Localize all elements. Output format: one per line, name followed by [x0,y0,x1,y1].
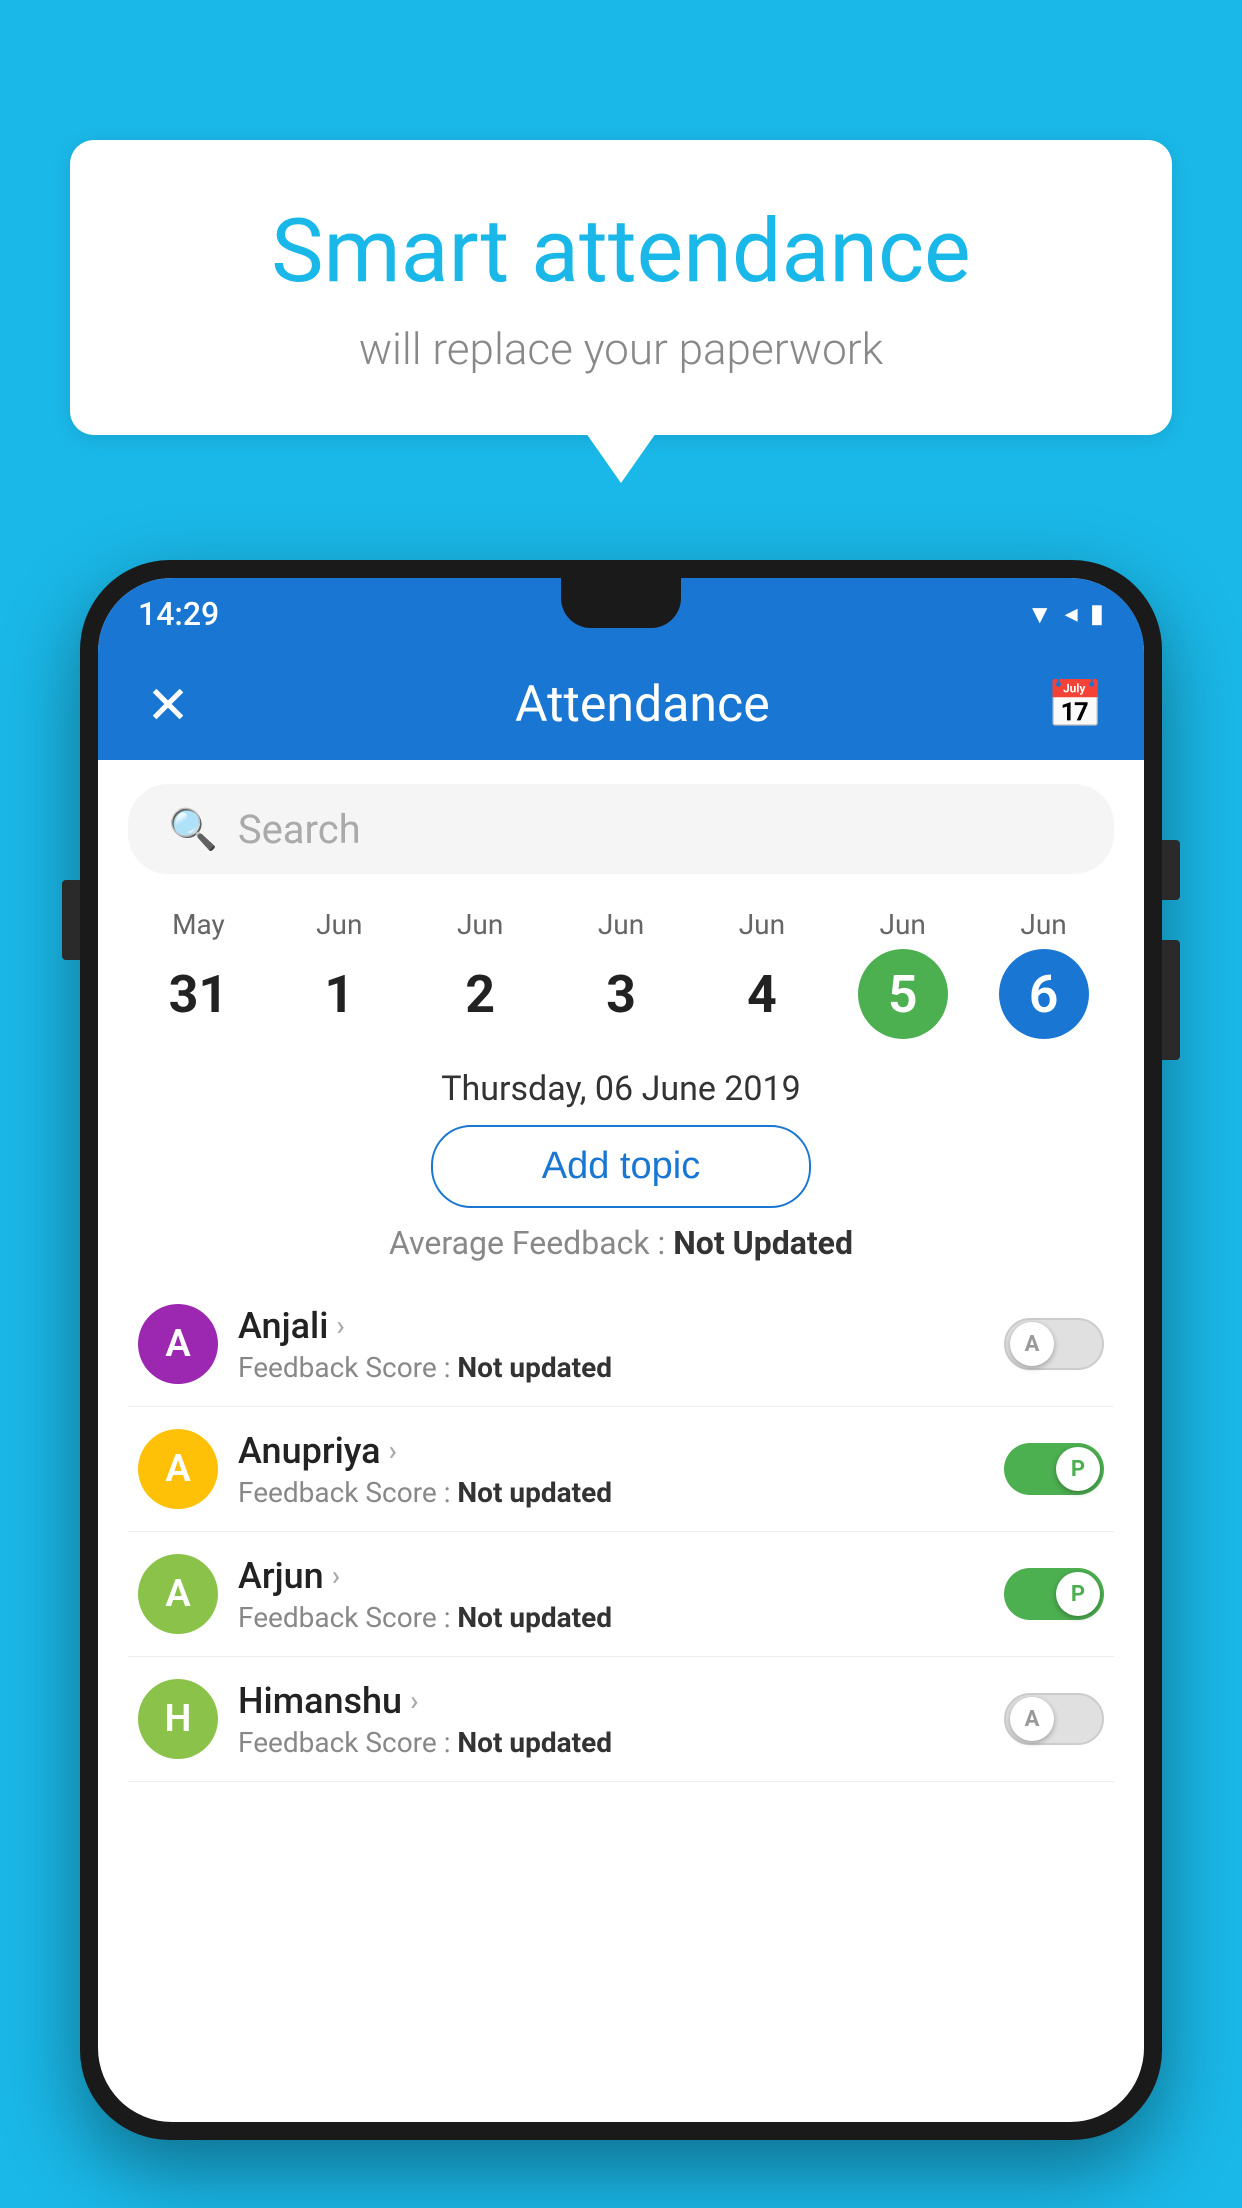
bubble-subtitle: will replace your paperwork [150,323,1092,375]
search-icon: 🔍 [168,806,218,853]
cal-month-1: Jun [269,908,410,941]
cal-day-3[interactable]: Jun 3 [551,908,692,1039]
toggle-knob-himanshu: A [1010,1697,1054,1741]
student-info-himanshu: Himanshu › Feedback Score : Not updated [238,1680,984,1759]
calendar-icon[interactable]: 📅 [1047,678,1104,732]
student-name-anjali: Anjali › [238,1305,984,1347]
close-button[interactable]: ✕ [138,675,198,736]
avatar-himanshu: H [138,1679,218,1759]
toggle-anjali[interactable]: A [1004,1318,1104,1370]
signal-icon: ◂ [1065,599,1078,629]
cal-day-6[interactable]: Jun 6 [973,908,1114,1039]
cal-month-0: May [128,908,269,941]
search-bar[interactable]: 🔍 Search [128,784,1114,874]
student-name-anupriya: Anupriya › [238,1430,984,1472]
student-feedback-himanshu: Feedback Score : Not updated [238,1726,984,1759]
status-icons: ▼ ◂ ▮ [1027,599,1104,630]
student-item-himanshu[interactable]: H Himanshu › Feedback Score : Not update… [128,1657,1114,1782]
student-info-anupriya: Anupriya › Feedback Score : Not updated [238,1430,984,1509]
toggle-knob-anjali: A [1010,1322,1054,1366]
student-info-arjun: Arjun › Feedback Score : Not updated [238,1555,984,1634]
cal-date-3: 3 [576,949,666,1039]
phone-frame: 14:29 ▼ ◂ ▮ ✕ Attendance 📅 🔍 Search [80,560,1162,2140]
student-feedback-anjali: Feedback Score : Not updated [238,1351,984,1384]
cal-date-2: 2 [435,949,525,1039]
side-btn-right-2 [1162,940,1180,1060]
cal-date-1: 1 [294,949,384,1039]
cal-day-1[interactable]: Jun 1 [269,908,410,1039]
cal-month-6: Jun [973,908,1114,941]
speech-bubble: Smart attendance will replace your paper… [70,140,1172,435]
wifi-icon: ▼ [1027,599,1053,630]
cal-day-4[interactable]: Jun 4 [691,908,832,1039]
cal-month-5: Jun [832,908,973,941]
cal-month-3: Jun [551,908,692,941]
cal-day-5[interactable]: Jun 5 [832,908,973,1039]
avg-feedback: Average Feedback : Not Updated [98,1224,1144,1262]
chevron-icon: › [336,1309,344,1342]
student-info-anjali: Anjali › Feedback Score : Not updated [238,1305,984,1384]
cal-date-5: 5 [858,949,948,1039]
student-item-anjali[interactable]: A Anjali › Feedback Score : Not updated … [128,1282,1114,1407]
chevron-icon: › [332,1559,340,1592]
cal-date-6: 6 [999,949,1089,1039]
student-name-himanshu: Himanshu › [238,1680,984,1722]
cal-month-4: Jun [691,908,832,941]
cal-day-2[interactable]: Jun 2 [410,908,551,1039]
app-title: Attendance [238,676,1047,734]
student-item-anupriya[interactable]: A Anupriya › Feedback Score : Not update… [128,1407,1114,1532]
chevron-icon: › [410,1684,418,1717]
phone-screen: 14:29 ▼ ◂ ▮ ✕ Attendance 📅 🔍 Search [98,578,1144,2122]
avatar-anupriya: A [138,1429,218,1509]
speech-bubble-container: Smart attendance will replace your paper… [70,140,1172,435]
notch [561,578,681,628]
cal-date-0: 31 [153,949,243,1039]
cal-date-4: 4 [717,949,807,1039]
avg-feedback-value: Not Updated [673,1224,853,1262]
status-bar: 14:29 ▼ ◂ ▮ [98,578,1144,650]
toggle-himanshu[interactable]: A [1004,1693,1104,1745]
student-item-arjun[interactable]: A Arjun › Feedback Score : Not updated P [128,1532,1114,1657]
battery-icon: ▮ [1090,599,1104,629]
chevron-icon: › [389,1434,397,1467]
side-btn-left [62,880,80,960]
avatar-anjali: A [138,1304,218,1384]
toggle-arjun[interactable]: P [1004,1568,1104,1620]
student-name-arjun: Arjun › [238,1555,984,1597]
calendar-strip: May 31 Jun 1 Jun 2 Jun 3 Jun 4 [98,898,1144,1049]
toggle-knob-arjun: P [1056,1572,1100,1616]
toggle-knob-anupriya: P [1056,1447,1100,1491]
side-btn-right-1 [1162,840,1180,900]
toggle-anupriya[interactable]: P [1004,1443,1104,1495]
avg-feedback-label: Average Feedback : [389,1224,673,1262]
app-bar: ✕ Attendance 📅 [98,650,1144,760]
add-topic-button[interactable]: Add topic [431,1125,811,1208]
cal-month-2: Jun [410,908,551,941]
selected-date-label: Thursday, 06 June 2019 [98,1069,1144,1109]
bubble-title: Smart attendance [150,200,1092,303]
search-placeholder: Search [238,806,361,853]
student-list: A Anjali › Feedback Score : Not updated … [98,1282,1144,1782]
student-feedback-anupriya: Feedback Score : Not updated [238,1476,984,1509]
avatar-arjun: A [138,1554,218,1634]
phone-container: 14:29 ▼ ◂ ▮ ✕ Attendance 📅 🔍 Search [80,560,1162,2208]
cal-day-0[interactable]: May 31 [128,908,269,1039]
status-time: 14:29 [138,595,219,633]
student-feedback-arjun: Feedback Score : Not updated [238,1601,984,1634]
